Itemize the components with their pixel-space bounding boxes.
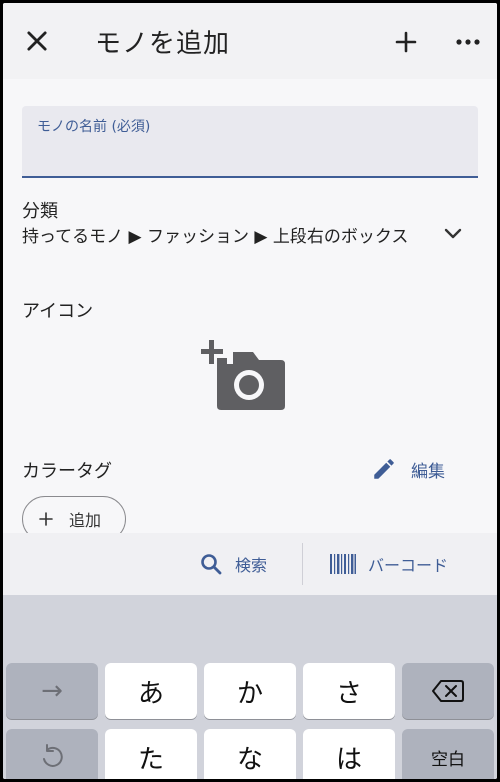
add-icon[interactable] <box>394 30 418 54</box>
item-name-field[interactable]: モノの名前 (必須) <box>22 106 478 178</box>
close-icon[interactable] <box>23 27 51 55</box>
pencil-icon <box>374 459 394 479</box>
app-bar: モノを追加 <box>3 3 497 79</box>
edit-label: 編集 <box>411 461 445 482</box>
category-label: 分類 <box>22 201 58 222</box>
undo-icon <box>43 744 63 767</box>
keyboard: → あ か さ た な は 空白 <box>3 595 497 779</box>
page-title: モノを追加 <box>95 29 231 59</box>
key-sa[interactable]: さ <box>303 663 395 719</box>
icon-label: アイコン <box>22 301 94 322</box>
more-options-icon[interactable] <box>455 37 481 47</box>
toolbar-divider <box>302 543 303 585</box>
search-icon <box>201 554 222 575</box>
search-button[interactable]: 検索 <box>199 552 267 576</box>
category-path[interactable]: 持ってるモノ ▶ ファッション ▶ 上段右のボックス <box>22 224 412 250</box>
key-ha[interactable]: は <box>303 729 395 779</box>
item-name-input[interactable] <box>37 140 457 168</box>
chevron-down-icon[interactable] <box>443 227 463 241</box>
key-undo[interactable] <box>6 729 98 779</box>
color-tag-label: カラータグ <box>22 461 112 482</box>
key-backspace[interactable] <box>402 663 494 719</box>
screen: モノを追加 モノの名前 (必須) 分類 持ってるモノ ▶ ファッション ▶ 上段… <box>3 3 497 779</box>
form-content: モノの名前 (必須) 分類 持ってるモノ ▶ ファッション ▶ 上段右のボックス… <box>3 79 497 542</box>
barcode-button[interactable]: バーコード <box>330 552 448 576</box>
backspace-icon <box>432 680 464 702</box>
plus-icon <box>39 512 53 526</box>
key-arrow-right[interactable]: → <box>6 663 98 719</box>
barcode-label: バーコード <box>368 556 449 575</box>
add-photo-icon[interactable] <box>201 336 287 412</box>
edit-button[interactable]: 編集 <box>371 454 445 484</box>
barcode-icon <box>330 554 356 574</box>
search-label: 検索 <box>235 556 268 575</box>
search-toolbar: 検索 バーコード <box>3 533 497 595</box>
key-a[interactable]: あ <box>105 663 197 719</box>
add-chip-label: 追加 <box>69 511 102 530</box>
item-name-label: モノの名前 (必須) <box>37 119 151 135</box>
key-space[interactable]: 空白 <box>402 729 494 779</box>
key-ta[interactable]: た <box>105 729 197 779</box>
key-ka[interactable]: か <box>204 663 296 719</box>
key-na[interactable]: な <box>204 729 296 779</box>
